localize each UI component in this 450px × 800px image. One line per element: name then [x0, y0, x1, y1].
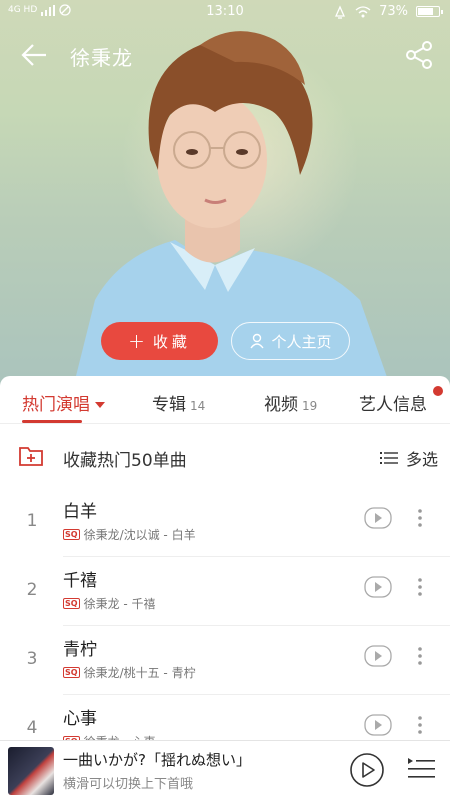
artist-name: 徐秉龙 [70, 46, 133, 70]
tab-albums[interactable]: 专辑 14 [152, 390, 205, 415]
tab-count: 14 [190, 399, 206, 413]
tab-bar: 热门演唱 专辑 14 视频 19 艺人信息 [0, 376, 450, 424]
song-row[interactable]: 1 白羊 SQ 徐秉龙/沈以诚 - 白羊 [0, 489, 450, 557]
song-artist-album: 徐秉龙/桃十五 - 青柠 [83, 666, 196, 680]
share-icon[interactable] [404, 40, 434, 70]
tab-label: 热门演唱 [22, 395, 90, 415]
song-artist-album: 徐秉龙 - 千禧 [83, 597, 156, 611]
tab-label: 视频 [264, 395, 298, 415]
row-divider [63, 556, 450, 557]
status-right: 73% [333, 4, 443, 19]
tab-label: 专辑 [152, 395, 186, 415]
swipe-hint: 横滑可以切换上下首哦 [63, 777, 194, 792]
play-mv-icon[interactable] [364, 645, 392, 667]
content-sheet: 热门演唱 专辑 14 视频 19 艺人信息 收藏热门50单曲 多选 1 白羊 S… [0, 376, 450, 749]
notification-dot [433, 386, 443, 396]
person-icon [250, 333, 265, 349]
battery-percent: 73% [379, 4, 408, 19]
alarm-icon [335, 4, 346, 19]
folder-add-icon [19, 447, 43, 466]
more-options-icon[interactable] [412, 507, 428, 529]
list-icon [379, 452, 398, 464]
plus-icon: + [128, 329, 145, 353]
caret-down-icon [95, 402, 105, 408]
song-index: 1 [26, 511, 38, 531]
back-arrow-icon[interactable] [18, 40, 50, 70]
album-cover[interactable] [8, 747, 54, 795]
top-bar: 徐秉龙 [0, 30, 450, 80]
song-title: 白羊 [63, 502, 97, 522]
sq-badge: SQ [63, 667, 80, 678]
play-mv-icon[interactable] [364, 507, 392, 529]
tab-artist-info[interactable]: 艺人信息 [359, 390, 427, 415]
song-artist-album: 徐秉龙/沈以诚 - 白羊 [83, 528, 196, 542]
song-index: 3 [26, 649, 38, 669]
active-tab-indicator [22, 420, 82, 423]
tab-hot-songs[interactable]: 热门演唱 [22, 390, 105, 415]
sq-badge: SQ [63, 598, 80, 609]
sq-badge: SQ [63, 529, 80, 540]
tab-label: 艺人信息 [359, 395, 427, 415]
song-subtitle: SQ 徐秉龙 - 千禧 [63, 595, 156, 612]
artist-homepage-button[interactable]: 个人主页 [231, 322, 350, 360]
more-options-icon[interactable] [412, 645, 428, 667]
mini-player[interactable]: 一曲いかが?「揺れぬ想い」 横滑可以切换上下首哦 [0, 740, 450, 800]
more-options-icon[interactable] [412, 714, 428, 736]
collect-label: 收藏 [152, 332, 191, 351]
song-row[interactable]: 3 青柠 SQ 徐秉龙/桃十五 - 青柠 [0, 627, 450, 695]
multi-select-label: 多选 [405, 450, 438, 469]
collect-top50-label: 收藏热门50单曲 [63, 451, 187, 471]
collect-top50-row[interactable]: 收藏热门50单曲 多选 [0, 436, 450, 480]
battery-level [418, 8, 433, 15]
play-mv-icon[interactable] [364, 576, 392, 598]
song-index: 2 [26, 580, 38, 600]
song-subtitle: SQ 徐秉龙/桃十五 - 青柠 [63, 664, 196, 681]
play-icon[interactable] [349, 752, 385, 788]
battery-icon [416, 6, 443, 17]
wifi-icon [355, 5, 371, 17]
playlist-icon[interactable] [406, 756, 436, 782]
more-options-icon[interactable] [412, 576, 428, 598]
row-divider [63, 694, 450, 695]
song-title: 青柠 [63, 640, 97, 660]
multi-select-button[interactable]: 多选 [379, 446, 438, 470]
now-playing-title: 一曲いかが?「揺れぬ想い」 [63, 751, 251, 769]
tab-count: 19 [302, 399, 318, 413]
song-title: 心事 [63, 709, 97, 729]
row-divider [63, 625, 450, 626]
artist-hero: 4G HD 13:10 73% 徐秉龙 + 收藏 个人主页 [0, 0, 450, 400]
homepage-label: 个人主页 [271, 332, 332, 351]
song-row[interactable]: 2 千禧 SQ 徐秉龙 - 千禧 [0, 558, 450, 626]
song-index: 4 [26, 718, 38, 738]
song-title: 千禧 [63, 571, 97, 591]
collect-artist-button[interactable]: + 收藏 [101, 322, 218, 360]
song-subtitle: SQ 徐秉龙/沈以诚 - 白羊 [63, 526, 196, 543]
status-bar: 4G HD 13:10 73% [0, 0, 450, 24]
tab-videos[interactable]: 视频 19 [264, 390, 317, 415]
play-mv-icon[interactable] [364, 714, 392, 736]
